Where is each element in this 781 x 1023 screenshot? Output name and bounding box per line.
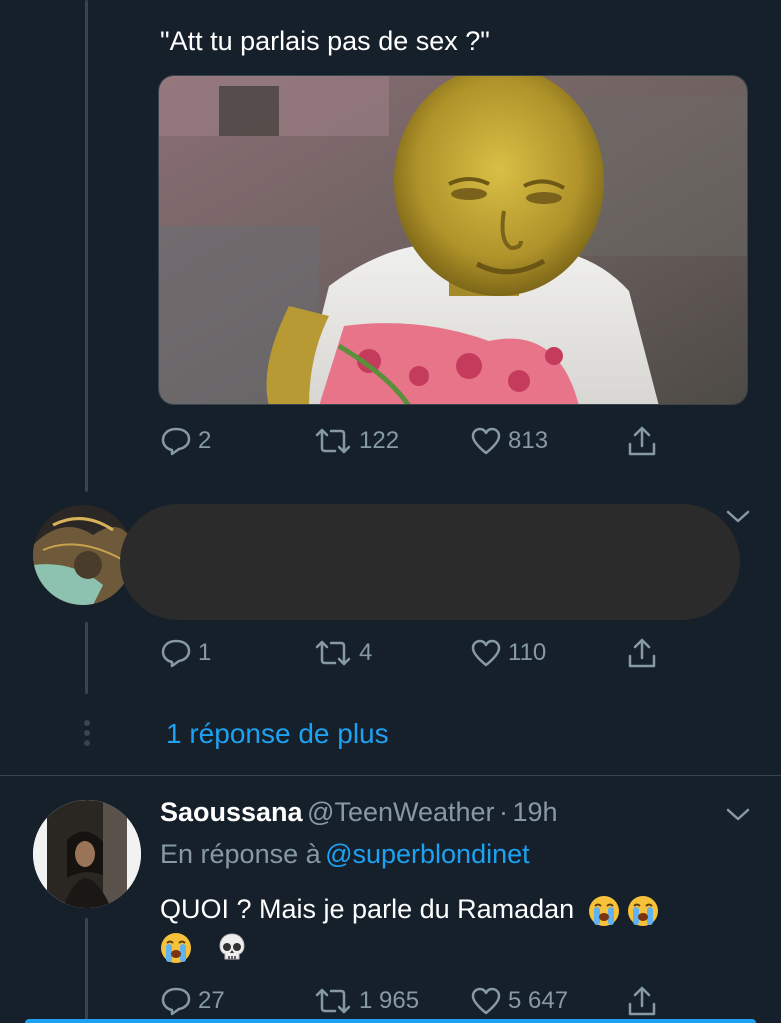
reply-composer-edge [25,1019,756,1023]
skull-icon [216,932,248,964]
reply-icon [161,639,191,668]
loudly-crying-face-icon [160,932,192,964]
heart-icon [471,639,501,667]
like-count: 110 [508,639,547,666]
share-icon [628,426,656,456]
loudly-crying-face-icon [627,895,659,927]
share-button[interactable] [625,984,659,1018]
retweet-icon [315,640,351,666]
tweet-media-image[interactable] [158,75,748,405]
user-handle[interactable]: @TeenWeather [307,797,495,827]
like-count: 813 [508,427,549,454]
tweet-text: QUOI ? Mais je parle du Ramadan [160,894,575,924]
share-button[interactable] [625,636,659,670]
reply-button[interactable]: 2 [160,426,211,456]
retweet-button[interactable]: 1 965 [313,986,419,1016]
thread-line-middle [85,622,88,694]
retweet-icon [315,428,351,454]
reply-count: 27 [198,987,225,1014]
like-button[interactable]: 813 [470,426,548,456]
share-icon [628,986,656,1016]
heart-icon [471,987,501,1015]
tweet-header: Saoussana @TeenWeather · 19h [160,797,558,828]
reply-context: En réponse à @superblondinet [160,839,530,870]
retweet-count: 1 965 [359,987,420,1014]
avatar[interactable] [33,800,141,908]
share-icon [628,638,656,668]
retweet-count: 4 [359,639,373,666]
more-dots-icon [83,719,91,752]
display-name[interactable]: Saoussana [160,797,303,827]
reply-count: 2 [198,427,212,454]
reply-to-mention[interactable]: @superblondinet [325,839,530,869]
loudly-crying-face-icon [588,895,620,927]
retweet-button[interactable]: 4 [313,638,372,668]
redacted-content [120,504,740,620]
thread-line-bottom [85,918,88,1023]
separator-dot: · [499,797,508,827]
share-button[interactable] [625,424,659,458]
timestamp[interactable]: 19h [512,797,557,827]
avatar-photo [33,505,133,605]
thread-line-top [85,0,88,492]
reply-icon [161,427,191,456]
reply-icon [161,987,191,1016]
retweet-button[interactable]: 122 [313,426,399,456]
media-photo [159,76,747,404]
reply-button[interactable]: 27 [160,986,225,1016]
divider [0,775,781,776]
reply-prefix: En réponse à [160,839,321,869]
tweet-text: "Att tu parlais pas de sex ?" [160,26,490,56]
retweet-count: 122 [359,427,400,454]
reply-button[interactable]: 1 [160,638,211,668]
chevron-down-icon[interactable] [724,806,752,829]
avatar-photo [33,800,141,908]
reply-count: 1 [198,639,212,666]
like-count: 5 647 [508,987,569,1014]
retweet-icon [315,988,351,1014]
tweet-body: QUOI ? Mais je parle du Ramadan [160,892,750,964]
chevron-down-icon[interactable] [724,508,752,531]
avatar[interactable] [33,505,133,605]
heart-icon [471,427,501,455]
like-button[interactable]: 110 [470,638,546,668]
show-more-replies-link[interactable]: 1 réponse de plus [166,718,389,750]
like-button[interactable]: 5 647 [470,986,568,1016]
